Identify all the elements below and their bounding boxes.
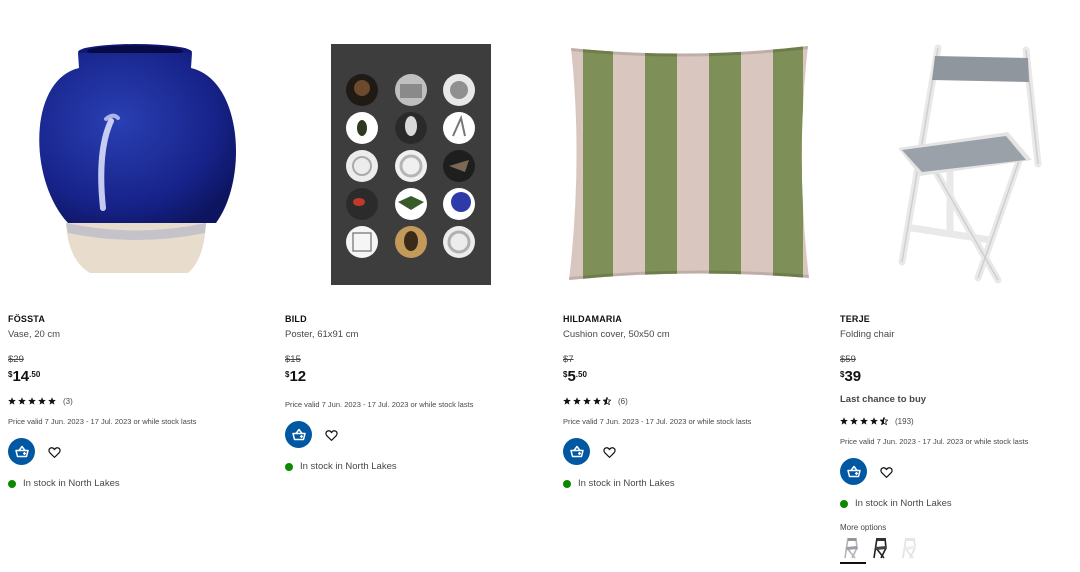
price-currency: $ — [285, 370, 290, 379]
product-name[interactable]: BILD — [285, 314, 307, 324]
cart-icon — [291, 427, 307, 443]
stock-status: In stock in North Lakes — [285, 461, 397, 472]
in-stock-dot-icon — [840, 499, 848, 508]
in-stock-dot-icon — [563, 479, 571, 488]
add-to-cart-button[interactable] — [285, 421, 312, 448]
product-card-hildamaria[interactable]: HILDAMARIA Cushion cover, 50x50 cm $7 $5… — [563, 0, 823, 572]
favourite-button[interactable] — [878, 464, 894, 480]
star-icon — [18, 397, 26, 405]
product-card-fossta[interactable]: FÖSSTA Vase, 20 cm $29 $14.50 (3) Price … — [8, 0, 268, 572]
star-icon — [563, 397, 571, 405]
price-validity: Price valid 7 Jun. 2023 - 17 Jul. 2023 o… — [8, 417, 197, 426]
current-price: $12 — [285, 368, 306, 386]
current-price: $5.50 — [563, 368, 587, 386]
price-currency: $ — [8, 370, 13, 379]
product-description: Poster, 61x91 cm — [285, 329, 359, 340]
star-icon — [8, 397, 16, 405]
price-currency: $ — [563, 370, 568, 379]
product-description: Vase, 20 cm — [8, 329, 61, 340]
heart-icon — [325, 429, 338, 442]
add-to-cart-button[interactable] — [563, 438, 590, 465]
cushion-image[interactable] — [563, 40, 823, 290]
rating[interactable]: (3) — [8, 395, 73, 407]
star-icon — [48, 397, 56, 405]
favourite-button[interactable] — [46, 444, 62, 460]
stock-text: In stock in North Lakes — [300, 461, 397, 472]
rating[interactable]: (6) — [563, 395, 628, 407]
product-card-bild[interactable]: BILD Poster, 61x91 cm $15 $12 Price vali… — [285, 0, 545, 572]
variant-swatches — [840, 536, 920, 564]
star-icon — [840, 417, 848, 425]
in-stock-dot-icon — [285, 462, 293, 471]
poster-image[interactable] — [285, 40, 545, 290]
rating-count: (193) — [895, 416, 914, 426]
current-price: $14.50 — [8, 368, 40, 386]
heart-icon — [603, 446, 616, 459]
product-name[interactable]: TERJE — [840, 314, 870, 324]
star-icon — [860, 417, 868, 425]
price-currency: $ — [840, 370, 845, 379]
star-icon — [850, 417, 858, 425]
stock-text: In stock in North Lakes — [855, 498, 952, 509]
vase-image[interactable] — [8, 40, 268, 290]
price-validity: Price valid 7 Jun. 2023 - 17 Jul. 2023 o… — [285, 400, 474, 409]
cart-icon — [569, 444, 585, 460]
add-to-cart-button[interactable] — [8, 438, 35, 465]
cart-icon — [14, 444, 30, 460]
star-icon — [583, 397, 591, 405]
rating-count: (6) — [618, 396, 628, 406]
star-half-icon — [603, 397, 611, 405]
previous-price: $15 — [285, 354, 301, 365]
stock-status: In stock in North Lakes — [840, 498, 952, 509]
rating-count: (3) — [63, 396, 73, 406]
heart-icon — [48, 446, 61, 459]
cart-icon — [846, 464, 862, 480]
product-description: Folding chair — [840, 329, 895, 340]
last-chance-label: Last chance to buy — [840, 394, 927, 405]
folding-chair-image[interactable] — [840, 40, 1080, 290]
previous-price: $59 — [840, 354, 856, 365]
star-icon — [28, 397, 36, 405]
previous-price: $29 — [8, 354, 24, 365]
star-half-icon — [880, 417, 888, 425]
rating[interactable]: (193) — [840, 415, 914, 427]
price-validity: Price valid 7 Jun. 2023 - 17 Jul. 2023 o… — [563, 417, 752, 426]
price-integer: 12 — [289, 368, 307, 385]
star-icon — [593, 397, 601, 405]
stock-status: In stock in North Lakes — [563, 478, 675, 489]
price-integer: 39 — [844, 368, 862, 385]
add-to-cart-button[interactable] — [840, 458, 867, 485]
price-validity: Price valid 7 Jun. 2023 - 17 Jul. 2023 o… — [840, 437, 1029, 446]
stock-text: In stock in North Lakes — [23, 478, 120, 489]
favourite-button[interactable] — [323, 427, 339, 443]
star-icon — [870, 417, 878, 425]
favourite-button[interactable] — [601, 444, 617, 460]
star-icon — [573, 397, 581, 405]
product-name[interactable]: HILDAMARIA — [563, 314, 622, 324]
product-description: Cushion cover, 50x50 cm — [563, 329, 670, 340]
stock-status: In stock in North Lakes — [8, 478, 120, 489]
price-decimal: .50 — [575, 370, 587, 379]
star-icon — [38, 397, 46, 405]
more-options-label: More options — [840, 523, 887, 532]
price-integer: 5 — [567, 368, 576, 385]
previous-price: $7 — [563, 354, 574, 365]
chair-black-variant-icon[interactable] — [869, 536, 891, 564]
product-card-terje[interactable]: TERJE Folding chair $59 $39 Last chance … — [840, 0, 1080, 572]
in-stock-dot-icon — [8, 479, 16, 488]
heart-icon — [880, 466, 893, 479]
stock-text: In stock in North Lakes — [578, 478, 675, 489]
price-decimal: .50 — [29, 370, 41, 379]
chair-light-variant-icon[interactable] — [898, 536, 920, 564]
price-integer: 14 — [12, 368, 30, 385]
chair-white-variant-icon[interactable] — [840, 536, 866, 564]
product-name[interactable]: FÖSSTA — [8, 314, 45, 324]
current-price: $39 — [840, 368, 861, 386]
